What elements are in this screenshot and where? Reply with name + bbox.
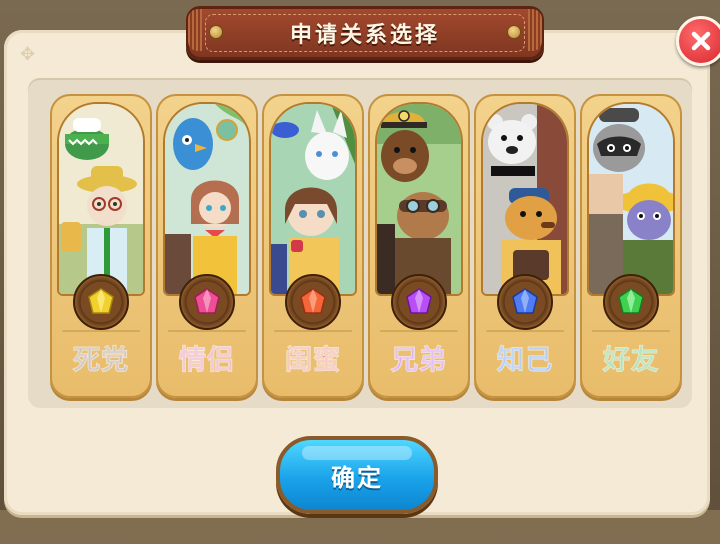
- gem-frame: [179, 274, 235, 330]
- card-divider: [486, 330, 564, 332]
- relation-card-guimi[interactable]: 闺蜜: [262, 94, 364, 398]
- character-portrait-guimi: [269, 102, 357, 296]
- purple-gem-icon: [406, 288, 432, 314]
- relation-card-sidang[interactable]: 死党: [50, 94, 152, 398]
- pink-gem-icon: [194, 288, 220, 314]
- character-portrait-sidang: [57, 102, 145, 296]
- gem-frame: [497, 274, 553, 330]
- card-divider: [380, 330, 458, 332]
- gem-frame: [391, 274, 447, 330]
- relation-card-haoyou[interactable]: 好友: [580, 94, 682, 398]
- gem-frame: [285, 274, 341, 330]
- character-portrait-haoyou: [587, 102, 675, 296]
- card-divider: [274, 330, 352, 332]
- gem-frame: [73, 274, 129, 330]
- close-button[interactable]: [676, 16, 720, 66]
- close-icon: [691, 31, 711, 51]
- character-portrait-zhiji: [481, 102, 569, 296]
- relation-label: 情侣: [179, 345, 235, 377]
- yellow-gem-icon: [88, 288, 114, 314]
- card-divider: [168, 330, 246, 332]
- bolt-icon: [507, 25, 521, 39]
- relation-label: 闺蜜: [285, 345, 341, 377]
- relation-label: 死党: [73, 345, 129, 377]
- relation-label: 知己: [497, 345, 553, 377]
- gem-frame: [603, 274, 659, 330]
- orange-gem-icon: [300, 288, 326, 314]
- blue-gem-icon: [512, 288, 538, 314]
- card-divider: [62, 330, 140, 332]
- bolt-icon: [209, 25, 223, 39]
- confirm-button-label: 确定: [331, 463, 383, 492]
- confirm-button[interactable]: 确定: [276, 436, 438, 514]
- character-portrait-xiongdi: [375, 102, 463, 296]
- dialog-title-banner: 申请关系选择: [186, 6, 544, 60]
- relation-label: 兄弟: [391, 345, 447, 377]
- background-strip: [0, 510, 720, 544]
- relation-card-xiongdi[interactable]: 兄弟: [368, 94, 470, 398]
- green-gem-icon: [618, 288, 644, 314]
- relation-card-zhiji[interactable]: 知己: [474, 94, 576, 398]
- corner-ornament-icon: ✥: [20, 44, 36, 65]
- card-divider: [592, 330, 670, 332]
- relation-card-qinglv[interactable]: 情侣: [156, 94, 258, 398]
- character-portrait-qinglv: [163, 102, 251, 296]
- dialog-title: 申请关系选择: [289, 23, 440, 48]
- relation-label: 好友: [603, 345, 659, 377]
